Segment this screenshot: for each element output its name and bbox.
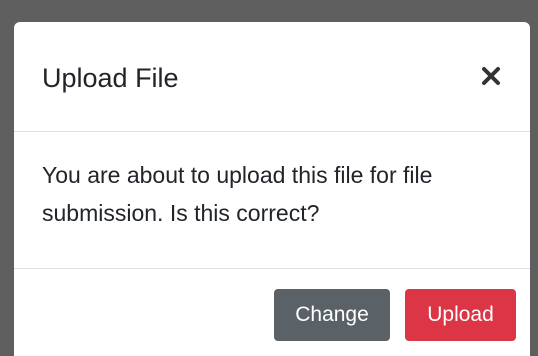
close-x-icon (482, 67, 500, 85)
modal-body: You are about to upload this file for fi… (14, 132, 530, 269)
upload-button[interactable]: Upload (405, 289, 516, 341)
modal-header: Upload File (14, 22, 530, 132)
confirmation-message: You are about to upload this file for fi… (42, 162, 433, 226)
change-button[interactable]: Change (274, 289, 390, 341)
close-button[interactable] (474, 58, 508, 94)
modal-footer: Change Upload (14, 269, 530, 356)
modal-title: Upload File (42, 63, 179, 93)
upload-file-dialog: Upload File You are about to upload this… (14, 22, 530, 356)
